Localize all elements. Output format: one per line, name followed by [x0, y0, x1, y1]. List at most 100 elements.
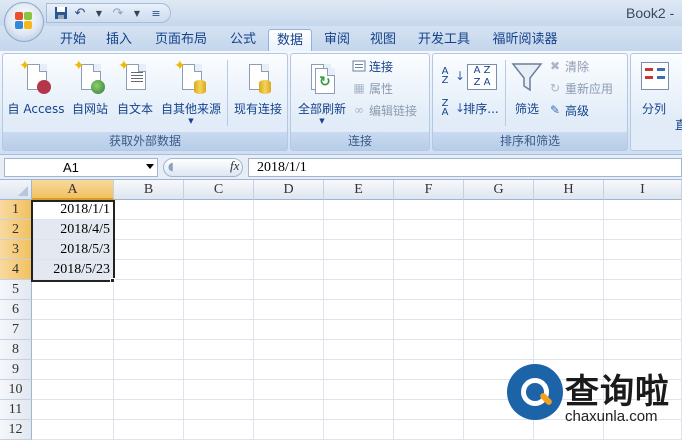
cell-b11[interactable]	[114, 400, 184, 420]
cell-b3[interactable]	[114, 240, 184, 260]
cell-f9[interactable]	[394, 360, 464, 380]
properties-button[interactable]: ▦ 属性	[351, 78, 393, 98]
connections-button[interactable]: 连接	[351, 56, 393, 76]
column-header-f[interactable]: F	[394, 180, 464, 200]
cell-i7[interactable]	[604, 320, 682, 340]
cell-e7[interactable]	[324, 320, 394, 340]
cell-c8[interactable]	[184, 340, 254, 360]
cell-g6[interactable]	[464, 300, 534, 320]
row-header-4[interactable]: 4	[0, 260, 32, 280]
tab-view[interactable]: 视图	[362, 29, 404, 51]
cell-f1[interactable]	[394, 200, 464, 220]
cell-e2[interactable]	[324, 220, 394, 240]
cell-c11[interactable]	[184, 400, 254, 420]
cell-h4[interactable]	[534, 260, 604, 280]
cell-g2[interactable]	[464, 220, 534, 240]
cell-d12[interactable]	[254, 420, 324, 440]
cell-h8[interactable]	[534, 340, 604, 360]
cell-h1[interactable]	[534, 200, 604, 220]
cell-e4[interactable]	[324, 260, 394, 280]
cell-c5[interactable]	[184, 280, 254, 300]
cell-c3[interactable]	[184, 240, 254, 260]
cell-f8[interactable]	[394, 340, 464, 360]
column-header-a[interactable]: A	[32, 180, 114, 200]
cell-d8[interactable]	[254, 340, 324, 360]
cell-b8[interactable]	[114, 340, 184, 360]
cell-e3[interactable]	[324, 240, 394, 260]
cell-a1[interactable]: 2018/1/1	[32, 200, 114, 220]
row-header-7[interactable]: 7	[0, 320, 32, 340]
cell-d4[interactable]	[254, 260, 324, 280]
row-header-9[interactable]: 9	[0, 360, 32, 380]
row-header-6[interactable]: 6	[0, 300, 32, 320]
cell-i3[interactable]	[604, 240, 682, 260]
cell-a7[interactable]	[32, 320, 114, 340]
cell-a10[interactable]	[32, 380, 114, 400]
save-icon[interactable]	[53, 5, 69, 21]
cell-i6[interactable]	[604, 300, 682, 320]
cell-a8[interactable]	[32, 340, 114, 360]
row-header-1[interactable]: 1	[0, 200, 32, 220]
cell-a9[interactable]	[32, 360, 114, 380]
tab-developer[interactable]: 开发工具	[410, 29, 478, 51]
tab-page-layout[interactable]: 页面布局	[146, 29, 216, 51]
cell-c7[interactable]	[184, 320, 254, 340]
column-header-h[interactable]: H	[534, 180, 604, 200]
cell-h7[interactable]	[534, 320, 604, 340]
cell-c6[interactable]	[184, 300, 254, 320]
cell-e11[interactable]	[324, 400, 394, 420]
cell-d1[interactable]	[254, 200, 324, 220]
tab-home[interactable]: 开始	[52, 29, 94, 51]
cell-b2[interactable]	[114, 220, 184, 240]
cell-i8[interactable]	[604, 340, 682, 360]
cell-b7[interactable]	[114, 320, 184, 340]
column-header-c[interactable]: C	[184, 180, 254, 200]
row-header-11[interactable]: 11	[0, 400, 32, 420]
cell-e6[interactable]	[324, 300, 394, 320]
cell-b9[interactable]	[114, 360, 184, 380]
cell-d6[interactable]	[254, 300, 324, 320]
cell-i2[interactable]	[604, 220, 682, 240]
edit-links-button[interactable]: ∞ 编辑链接	[351, 100, 417, 120]
advanced-filter-button[interactable]: ✎ 高级	[547, 100, 589, 120]
cell-a3[interactable]: 2018/5/3	[32, 240, 114, 260]
cell-i1[interactable]	[604, 200, 682, 220]
name-box-dropdown-icon[interactable]	[146, 164, 154, 169]
refresh-all-button[interactable]: ↻ 全部刷新 ▼	[293, 56, 351, 126]
tab-formulas[interactable]: 公式	[222, 29, 264, 51]
cell-e10[interactable]	[324, 380, 394, 400]
select-all-corner[interactable]	[0, 180, 32, 200]
cell-a2[interactable]: 2018/4/5	[32, 220, 114, 240]
cell-h3[interactable]	[534, 240, 604, 260]
text-to-columns-button[interactable]: 分列	[633, 56, 675, 126]
cell-b12[interactable]	[114, 420, 184, 440]
row-header-8[interactable]: 8	[0, 340, 32, 360]
insert-function-icon[interactable]: fx	[230, 158, 239, 174]
cell-e8[interactable]	[324, 340, 394, 360]
cell-a4[interactable]: 2018/5/23	[32, 260, 114, 280]
from-web-button[interactable]: ✦ 自网站	[67, 56, 113, 126]
cell-g7[interactable]	[464, 320, 534, 340]
row-header-12[interactable]: 12	[0, 420, 32, 440]
reapply-button[interactable]: ↻ 重新应用	[547, 78, 613, 98]
office-button[interactable]	[4, 2, 44, 42]
cell-e9[interactable]	[324, 360, 394, 380]
cell-g5[interactable]	[464, 280, 534, 300]
cell-b5[interactable]	[114, 280, 184, 300]
row-header-2[interactable]: 2	[0, 220, 32, 240]
cell-f6[interactable]	[394, 300, 464, 320]
cell-g1[interactable]	[464, 200, 534, 220]
undo-icon[interactable]: ↶	[72, 5, 88, 21]
redo-dropdown-icon[interactable]: ▼	[129, 5, 145, 21]
cell-h5[interactable]	[534, 280, 604, 300]
cell-c9[interactable]	[184, 360, 254, 380]
from-text-button[interactable]: ✦ 自文本	[113, 56, 157, 126]
cell-b10[interactable]	[114, 380, 184, 400]
tab-insert[interactable]: 插入	[98, 29, 140, 51]
filter-button[interactable]: 筛选	[507, 56, 547, 126]
cell-c2[interactable]	[184, 220, 254, 240]
cell-g4[interactable]	[464, 260, 534, 280]
column-header-e[interactable]: E	[324, 180, 394, 200]
tab-review[interactable]: 审阅	[316, 29, 358, 51]
column-header-d[interactable]: D	[254, 180, 324, 200]
